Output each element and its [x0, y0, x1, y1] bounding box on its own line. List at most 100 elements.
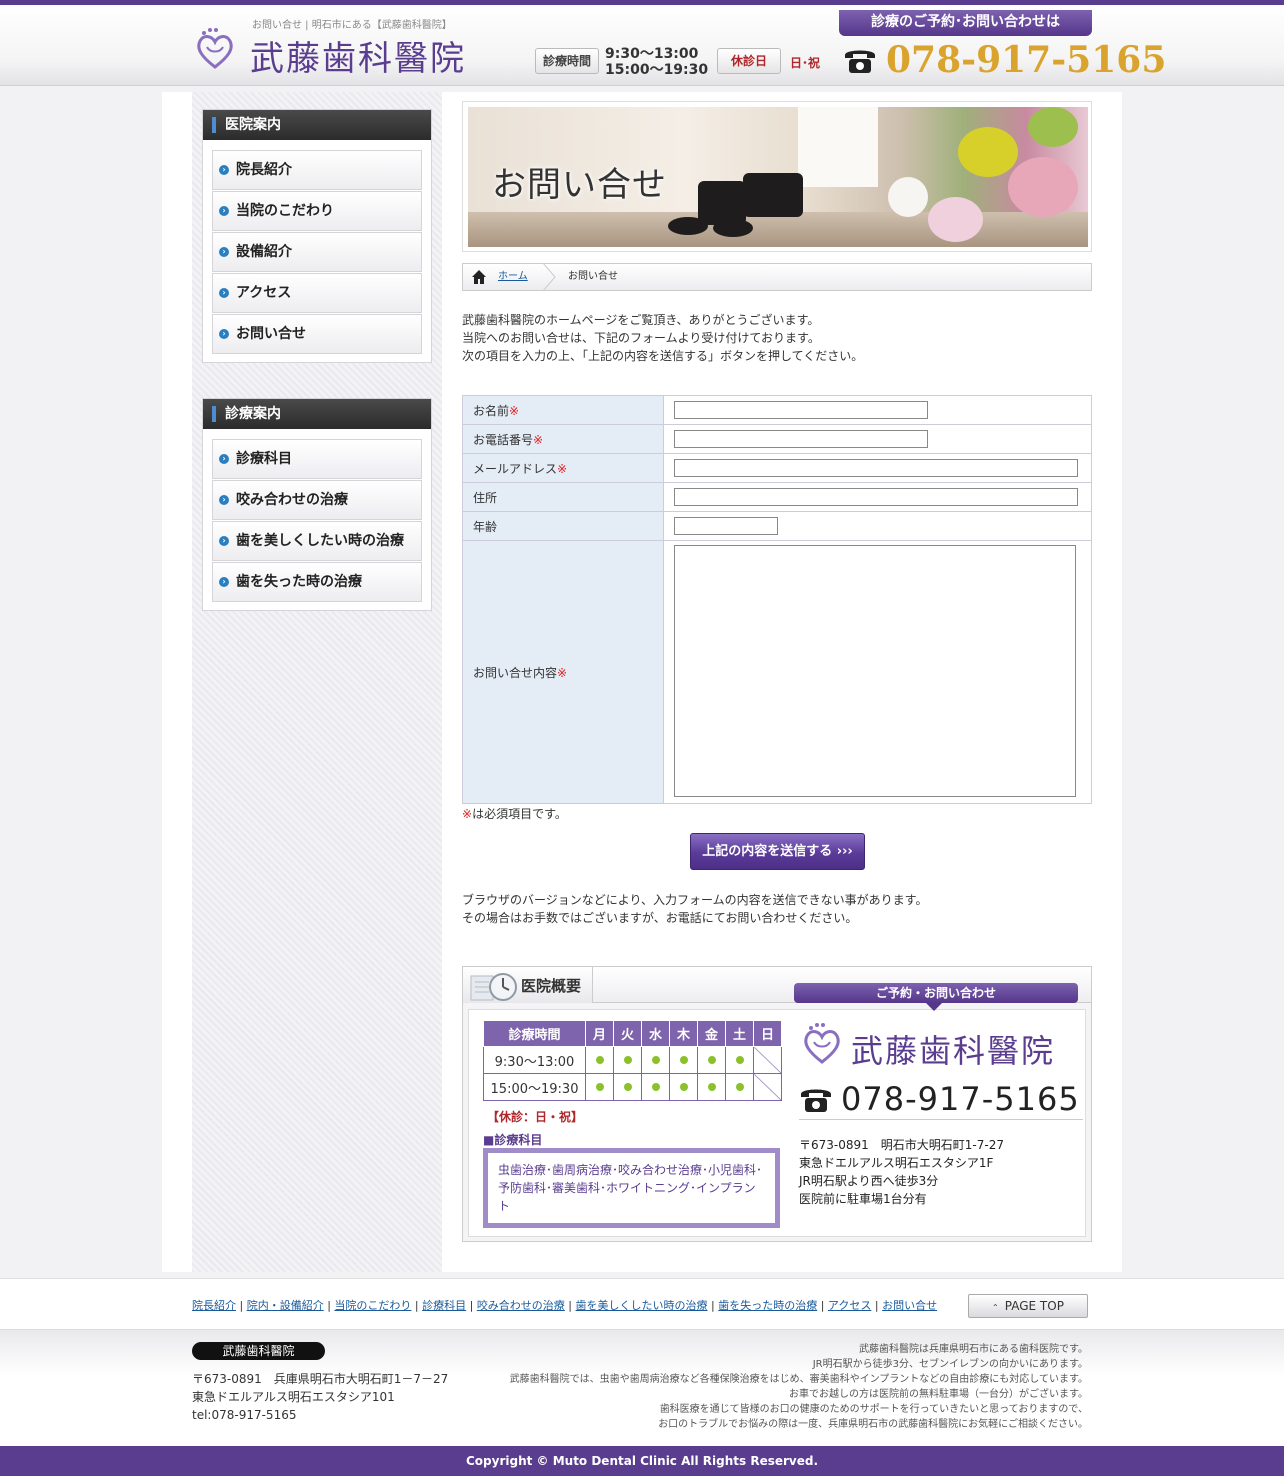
page-top-button[interactable]: ⌃ PAGE TOP: [968, 1294, 1088, 1318]
sidebar-item-tooth-loss[interactable]: › 歯を失った時の治療: [212, 562, 422, 602]
home-icon[interactable]: [471, 269, 487, 285]
breadcrumb-current: お問い合せ: [568, 271, 618, 282]
address-line: 東急ドエルアルス明石エスタシア1F: [799, 1156, 994, 1170]
browser-note-line: その場合はお手数ではございますが、お電話にてお問い合わせください。: [462, 911, 858, 925]
sidebar-item-aesthetic[interactable]: › 歯を美しくしたい時の治療: [212, 521, 422, 561]
footer-link[interactable]: 院内・設備紹介: [247, 1299, 324, 1312]
overview-phone[interactable]: 078-917-5165: [799, 1080, 1083, 1120]
footer-link[interactable]: 歯を失った時の治療: [718, 1299, 817, 1312]
footer-description: 武藤歯科醫院は兵庫県明石市にある歯科医院です。 JR明石駅から徒歩3分、セブンイ…: [488, 1342, 1088, 1432]
flower: [928, 197, 983, 242]
footer-link[interactable]: 当院のこだわり: [334, 1299, 411, 1312]
overview-title: 医院概要: [521, 977, 582, 995]
schedule-slot: 15:00～19:30: [483, 1073, 586, 1101]
arrow-icon: ›: [219, 536, 229, 546]
breadcrumb-home-link[interactable]: ホーム: [498, 264, 528, 290]
age-input[interactable]: [674, 517, 778, 535]
sidebar-item-access[interactable]: › アクセス: [212, 273, 422, 313]
waiting-room-image: お問い合せ: [468, 107, 1088, 247]
hero-wall: [798, 107, 878, 187]
phone-input[interactable]: [674, 430, 928, 448]
address-label: 住所: [462, 482, 664, 512]
schedule-header-cell: 土: [725, 1020, 754, 1047]
message-label: お問い合せ内容※: [462, 540, 664, 804]
open-dot-icon: [595, 1082, 604, 1091]
footer-address-line: tel:078-917-5165: [192, 1408, 297, 1422]
open-dot-icon: [651, 1055, 660, 1064]
required-mark: ※: [509, 403, 520, 418]
schedule-header-cell: 診療時間: [483, 1020, 586, 1047]
sidebar-item-commitment[interactable]: › 当院のこだわり: [212, 191, 422, 231]
footer-link[interactable]: 院長紹介: [192, 1299, 236, 1312]
hours-pm: 15:00～19:30: [605, 62, 709, 78]
email-input[interactable]: [674, 459, 1078, 477]
closed-notice: 【休診：日・祝】: [487, 1110, 584, 1124]
departments-heading: ■診療科目: [483, 1133, 543, 1147]
footer-link[interactable]: 診療科目: [422, 1299, 466, 1312]
sidebar-item-occlusion[interactable]: › 咬み合わせの治療: [212, 480, 422, 520]
open-dot-icon: [623, 1055, 632, 1064]
open-dot-icon: [651, 1082, 660, 1091]
arrow-icon: ›: [219, 206, 229, 216]
open-dot-icon: [707, 1055, 716, 1064]
flower: [1008, 157, 1078, 217]
footer-link[interactable]: 歯を美しくしたい時の治療: [576, 1299, 708, 1312]
label-text: お名前: [473, 403, 510, 418]
hero-floor: [468, 212, 1088, 247]
submit-button[interactable]: 上記の内容を送信する ›››: [690, 833, 865, 870]
footer-links: 院長紹介 | 院内・設備紹介 | 当院のこだわり | 診療科目 | 咬み合わせの…: [192, 1299, 938, 1312]
sidebar-item-director[interactable]: › 院長紹介: [212, 150, 422, 190]
breadcrumb: ホーム お問い合せ: [462, 263, 1092, 291]
tooth-logo-icon: [804, 1023, 840, 1064]
footer-desc-line: お口のトラブルでお悩みの際は一度、兵庫県明石市の武藤歯科醫院にお気軽にご相談くだ…: [658, 1419, 1088, 1430]
clinic-overview: 医院概要 診療時間 月 火 水 木 金 土 日 9:30～13:00 15:00…: [462, 966, 1092, 1242]
breadcrumb-separator-icon: [542, 263, 556, 291]
arrow-icon: ›: [219, 495, 229, 505]
overview-body: 診療時間 月 火 水 木 金 土 日 9:30～13:00 15:00～19:3…: [468, 1009, 1086, 1237]
open-dot-icon: [679, 1055, 688, 1064]
closed-slash-icon: [753, 1046, 782, 1074]
sidebar-clinic-menu: 医院案内 › 院長紹介 › 当院のこだわり › 設備紹介 › アクセス › お問い合せ: [202, 109, 432, 363]
name-label: お名前※: [462, 395, 664, 425]
phone-icon: [801, 1089, 831, 1112]
schedule-row: 9:30～13:00: [483, 1046, 782, 1074]
sidebar-treatment-heading: 診療案内: [203, 399, 431, 429]
footer-address: 〒673-0891 兵庫県明石市大明石町1－7－27 東急ドエルアルス明石エスタ…: [192, 1370, 448, 1424]
open-dot-icon: [735, 1082, 744, 1091]
message-textarea[interactable]: [674, 544, 1076, 797]
sidebar-item-departments[interactable]: › 診療科目: [212, 439, 422, 479]
page-title: お問い合せ: [492, 165, 667, 205]
footer-link[interactable]: アクセス: [828, 1299, 871, 1312]
sidebar-item-label: 院長紹介: [236, 162, 292, 178]
address-line: 医院前に駐車場1台分有: [799, 1192, 927, 1206]
logo-text: 武藤歯科醫院: [250, 39, 466, 79]
open-dot-icon: [735, 1055, 744, 1064]
required-note-text: は必須項目です。: [472, 807, 567, 821]
required-mark: ※: [557, 665, 568, 680]
site-logo[interactable]: 武藤歯科醫院: [192, 25, 492, 79]
address-input[interactable]: [674, 488, 1078, 506]
sidebar-item-equipment[interactable]: › 設備紹介: [212, 232, 422, 272]
header-phone[interactable]: 078-917-5165: [886, 39, 1166, 81]
footer-link[interactable]: 咬み合わせの治療: [477, 1299, 565, 1312]
footer-clinic-name: 武藤歯科醫院: [192, 1342, 325, 1360]
closed-slash-icon: [753, 1073, 782, 1101]
arrow-icon: ›: [219, 247, 229, 257]
name-input[interactable]: [674, 401, 928, 419]
required-mark: ※: [462, 807, 473, 821]
footer-desc-line: 武藤歯科醫院では、虫歯や歯周病治療など各種保険治療をはじめ、審美歯科やインプラン…: [509, 1374, 1088, 1385]
label-text: 年齢: [473, 519, 498, 534]
copyright: Copyright © Muto Dental Clinic All Right…: [0, 1446, 1284, 1476]
sidebar-item-label: 歯を美しくしたい時の治療: [236, 533, 404, 549]
footer-link[interactable]: お問い合せ: [882, 1299, 937, 1312]
schedule-header-cell: 金: [697, 1020, 726, 1047]
schedule-header-cell: 水: [641, 1020, 670, 1047]
open-dot-icon: [623, 1082, 632, 1091]
overview-phone-number: 078-917-5165: [841, 1080, 1080, 1118]
stool: [713, 219, 753, 237]
schedule-table: 診療時間 月 火 水 木 金 土 日 9:30～13:00 15:00～19:3…: [483, 1020, 782, 1101]
intro-text: 武藤歯科醫院のホームページをご覧頂き、ありがとうございます。 当院へのお問い合せ…: [462, 311, 1092, 365]
overview-contact-tag: ご予約・お問い合わせ: [794, 983, 1078, 1011]
sidebar-item-contact[interactable]: › お問い合せ: [212, 314, 422, 354]
schedule-header-cell: 日: [753, 1020, 782, 1047]
